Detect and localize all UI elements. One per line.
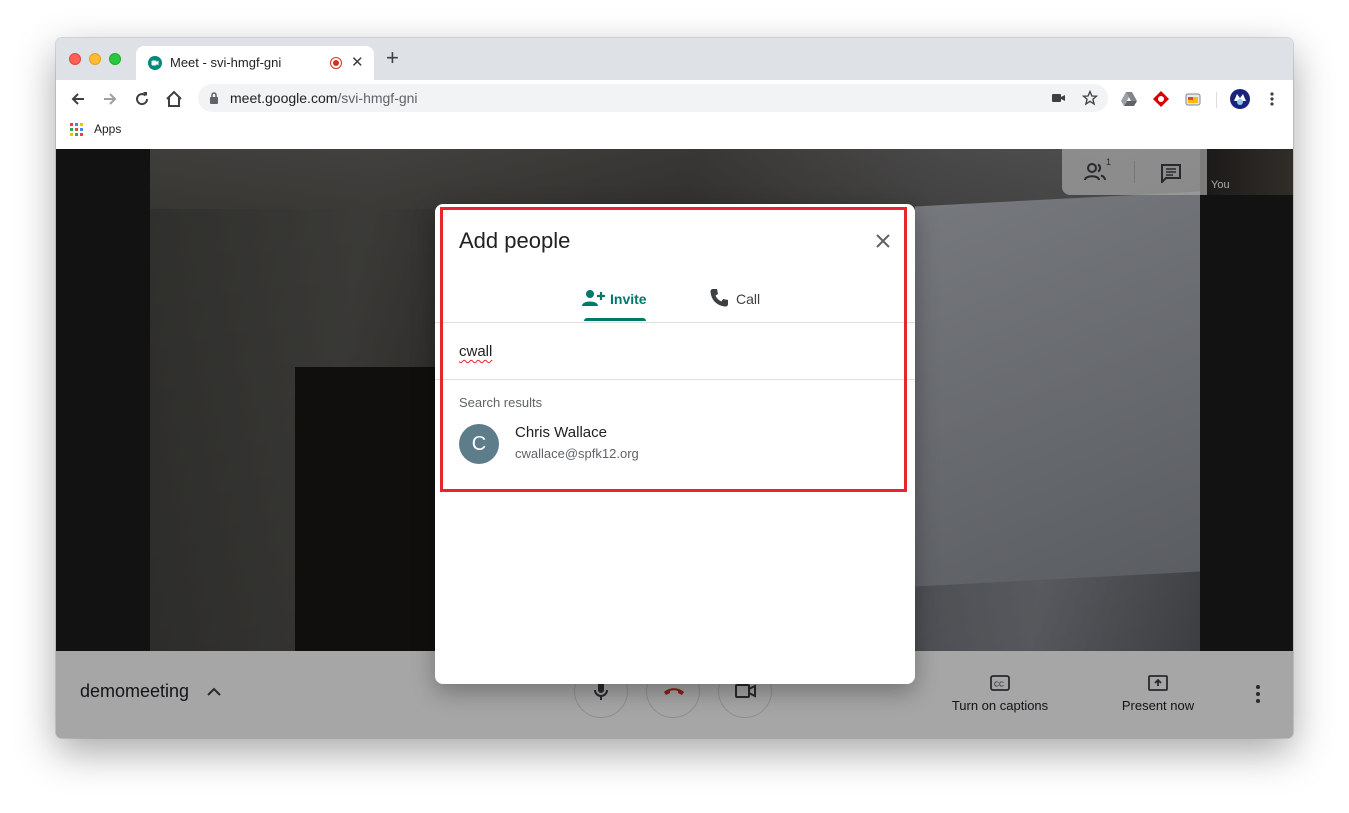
- browser-toolbar: meet.google.com/svi-hmgf-gni: [56, 80, 1293, 118]
- apps-grid-icon[interactable]: [70, 123, 84, 137]
- dialog-title: Add people: [459, 228, 571, 253]
- bookmark-star-icon[interactable]: [1082, 90, 1098, 106]
- recording-indicator-icon: [330, 57, 342, 69]
- person-add-icon: [582, 290, 605, 306]
- bookmarks-bar: [56, 118, 1293, 150]
- contact-name: Chris Wallace: [515, 424, 607, 441]
- tab-invite-label: Invite: [610, 291, 647, 307]
- new-tab-button[interactable]: +: [386, 47, 399, 69]
- active-tab-indicator: [584, 318, 646, 321]
- back-arrow-icon[interactable]: [68, 89, 88, 109]
- camera-in-use-icon[interactable]: [1051, 90, 1067, 106]
- window-close-button[interactable]: [69, 53, 81, 65]
- invite-search-input[interactable]: cwall: [459, 343, 492, 360]
- url-path: /svi-hmgf-gni: [337, 90, 418, 106]
- toolbar-divider: [1216, 92, 1217, 108]
- address-bar[interactable]: meet.google.com/svi-hmgf-gni: [198, 84, 1108, 112]
- tab-call-label: Call: [736, 291, 761, 307]
- browser-tab-meet[interactable]: Meet - svi-hmgf-gni ✕: [136, 46, 374, 80]
- profile-avatar-icon[interactable]: [1230, 89, 1250, 109]
- meet-favicon-icon: [148, 56, 162, 70]
- close-icon[interactable]: [872, 230, 894, 252]
- phone-icon: [710, 289, 728, 307]
- lock-icon: [210, 92, 218, 104]
- window-minimize-button[interactable]: [89, 53, 101, 65]
- drive-extension-icon[interactable]: [1120, 90, 1138, 108]
- red-diamond-extension-icon[interactable]: [1152, 90, 1170, 108]
- contact-email: cwallace@spfk12.org: [515, 446, 639, 461]
- url-host: meet.google.com: [230, 90, 338, 106]
- search-divider: [435, 379, 915, 380]
- home-icon[interactable]: [164, 89, 184, 109]
- avatar: C: [459, 424, 499, 464]
- url-text: meet.google.com/svi-hmgf-gni: [230, 90, 418, 106]
- tab-strip: Meet - svi-hmgf-gni ✕ +: [56, 38, 1293, 80]
- reload-icon[interactable]: [132, 89, 152, 109]
- window-zoom-button[interactable]: [109, 53, 121, 65]
- add-people-dialog: Add people Invite Call cwall Search resu…: [435, 204, 915, 684]
- tab-title: Meet - svi-hmgf-gni: [170, 55, 282, 70]
- tab-close-icon[interactable]: ✕: [351, 53, 364, 71]
- search-results-label: Search results: [459, 395, 543, 410]
- screenshot-extension-icon[interactable]: [1184, 90, 1202, 108]
- forward-arrow-icon[interactable]: [100, 89, 120, 109]
- browser-menu-icon[interactable]: [1263, 90, 1281, 108]
- tabs-divider: [435, 322, 915, 323]
- bookmark-apps[interactable]: Apps: [94, 122, 121, 136]
